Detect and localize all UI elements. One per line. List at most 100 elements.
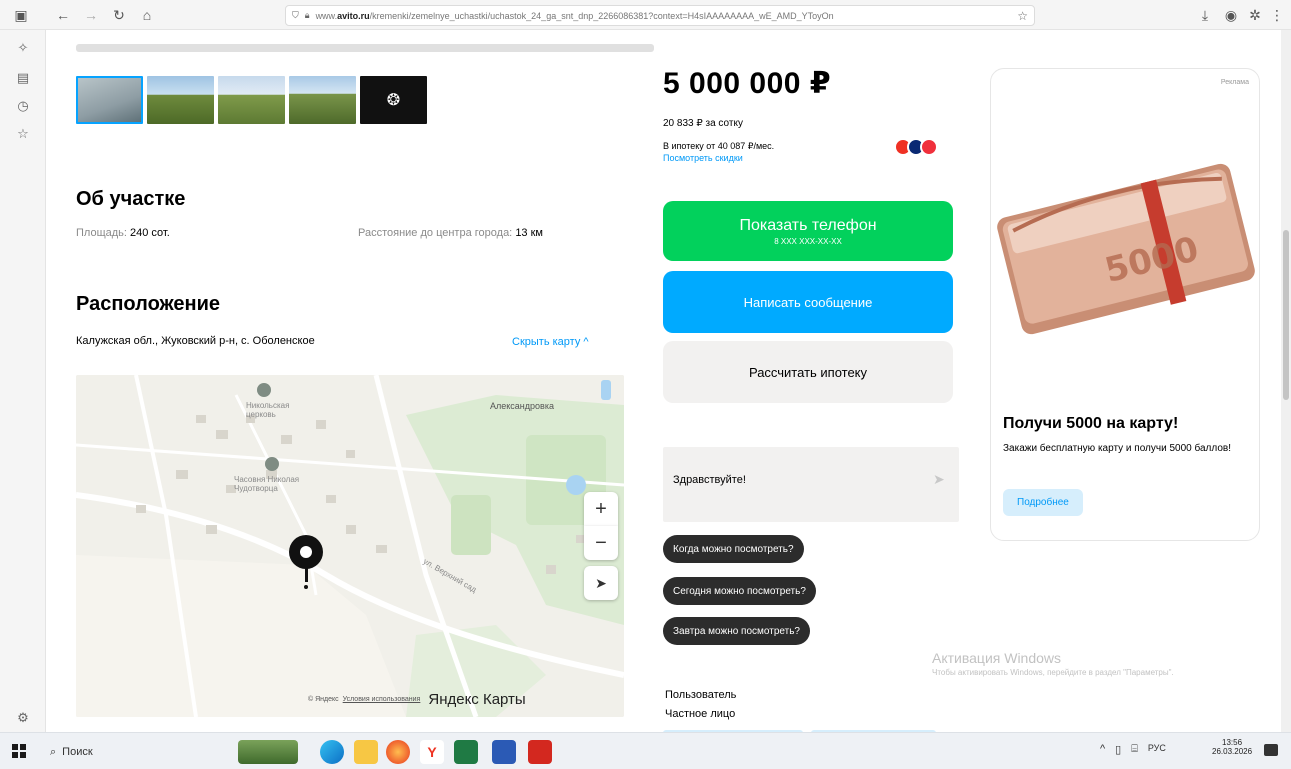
discounts-link[interactable]: Посмотреть скидки [663,153,743,163]
ad-details-button[interactable]: Подробнее [1003,489,1083,516]
language-indicator[interactable]: РУС [1148,743,1166,756]
calc-mortgage-button[interactable]: Рассчитать ипотеку [663,341,953,403]
quick-reply-chip[interactable]: Сегодня можно посмотреть? [663,577,816,605]
pin-stem [305,568,308,582]
camera-icon: ❂ [386,92,401,109]
sidebar-toggle-icon[interactable]: ▣ [10,4,32,26]
pin-dot [304,585,308,589]
browser-toolbar: ▣ ← → ↻ ⌂ ⛉ 🔒︎ www. avito.ru/kremenki/zem… [0,0,1291,30]
message-box[interactable]: Здравствуйте! ➤ [663,447,959,522]
about-title: Об участке [76,188,186,210]
price-per-unit: 20 833 ₽ за сотку [663,118,743,129]
reload-icon[interactable]: ↻ [108,4,130,26]
history-icon[interactable]: ◷ [14,98,32,116]
clock-time: 13:56 [1222,738,1243,747]
page-content: ❂ Об участке Площадь: 240 сот. Расстояни… [46,30,1291,732]
photo-thumbnails: ❂ [76,76,427,124]
location-pin-icon[interactable] [289,535,323,569]
widgets-icon[interactable] [238,740,298,764]
forward-icon[interactable]: → [80,4,102,26]
battery-icon[interactable]: ▯ [1115,743,1121,756]
hide-map-link[interactable]: Скрыть карту ^ [512,336,589,348]
firefox-icon[interactable] [386,740,410,764]
photo-thumbnail[interactable] [289,76,356,124]
map-label-chapel: Часовня Николая Чудотворца [234,475,300,493]
ad-tag: Реклама [1220,79,1249,86]
show-phone-label: Показать телефон [739,216,877,234]
url-domain: avito.ru [337,10,370,21]
watermark-title: Активация Windows [932,650,1062,666]
quick-reply-chip[interactable]: Когда можно посмотреть? [663,535,804,563]
lock-icon: 🔒︎ [304,10,310,20]
photo-thumbnail[interactable] [76,76,143,124]
extensions-icon[interactable]: ✲ [1244,4,1266,26]
network-icon[interactable]: ⌸ [1131,743,1138,756]
word-icon[interactable] [492,740,516,764]
map-terms-link[interactable]: Условия использования [343,696,421,703]
geolocate-button[interactable]: ➤ [584,566,618,600]
tray-icons: ^ ▯ ⌸ РУС [1100,743,1166,756]
account-icon[interactable]: ◉ [1220,4,1242,26]
map-copyright: © Яндекс [308,696,339,703]
tray-chevron-icon[interactable]: ^ [1100,743,1105,756]
chapel-icon[interactable] [265,457,279,471]
yandex-browser-icon[interactable]: Y [420,740,444,764]
show-phone-button[interactable]: Показать телефон 8 XXX XXX-XX-XX [663,201,953,261]
area-param: Площадь: 240 сот. [76,227,170,239]
message-input-text[interactable]: Здравствуйте! [673,474,746,486]
home-icon[interactable]: ⌂ [136,4,158,26]
windows-start-icon[interactable] [12,744,26,758]
zoom-out-button[interactable]: − [584,526,618,560]
more-photos-thumbnail[interactable]: ❂ [360,76,427,124]
browser-sidebar: ✧ ▤ ◷ ☆ ⚙ [0,30,46,732]
map[interactable]: Никольская церковь Часовня Николая Чудот… [76,375,624,717]
seller-role: Пользователь [665,689,737,701]
file-explorer-icon[interactable] [354,740,378,764]
seller-type: Частное лицо [665,708,736,720]
zoom-in-button[interactable]: + [584,492,618,526]
menu-icon[interactable]: ⋮ [1266,4,1288,26]
mortgage-text: В ипотеку от 40 087 ₽/мес. [663,141,775,151]
area-label: Площадь: [76,227,127,239]
download-icon[interactable]: ⤓ [1194,4,1216,26]
acrobat-icon[interactable] [528,740,552,764]
edge-icon[interactable] [320,740,344,764]
clock-date: 26.03.2026 [1212,747,1253,756]
scrollbar-thumb[interactable] [1283,230,1289,400]
ad-title: Получи 5000 на карту! [1003,415,1179,432]
bookmark-star-icon[interactable]: ☆ [1017,9,1028,23]
notifications-icon[interactable] [1264,744,1278,756]
distance-value: 13 км [515,227,543,239]
gallery-scroll[interactable] [76,44,654,52]
taskbar-search[interactable]: ⌕ Поиск [50,741,93,763]
ai-assistant-icon[interactable]: ✧ [14,40,32,58]
address-bar[interactable]: ⛉ 🔒︎ www. avito.ru/kremenki/zemelnye_ucha… [285,5,1035,26]
bank-logo-sovcom-icon [920,138,938,156]
area-value: 240 сот. [130,227,170,239]
taskbar: ⌕ Поиск Y ^ ▯ ⌸ РУС 13:56 26.03.2026 [0,732,1291,769]
favorites-icon[interactable]: ☆ [14,126,32,144]
map-canvas [76,375,624,717]
quick-reply-chip[interactable]: Завтра можно посмотреть? [663,617,810,645]
url-prefix: www. [315,10,338,21]
price: 5 000 000 ₽ [663,67,832,100]
photo-thumbnail[interactable] [147,76,214,124]
shield-icon: ⛉ [292,10,299,20]
url-rest: /kremenki/zemelnye_uchastki/uchastok_24_… [369,10,834,21]
page-scrollbar[interactable] [1281,30,1291,732]
settings-icon[interactable]: ⚙ [14,710,32,728]
collections-icon[interactable]: ▤ [14,70,32,88]
ad-banner[interactable]: Реклама 5000 Получи 5000 на карту! Закаж… [990,68,1260,541]
taskbar-search-text: Поиск [62,746,93,758]
back-icon[interactable]: ← [52,4,74,26]
excel-icon[interactable] [454,740,478,764]
church-icon[interactable] [257,383,271,397]
yandex-maps-logo[interactable]: Яндекс Карты [428,691,525,708]
send-icon[interactable]: ➤ [933,471,945,488]
write-message-button[interactable]: Написать сообщение [663,271,953,333]
clock[interactable]: 13:56 26.03.2026 [1212,738,1252,756]
write-message-label: Написать сообщение [743,294,873,310]
map-footer: © Яндекс Условия использования Яндекс Ка… [308,691,526,708]
photo-thumbnail[interactable] [218,76,285,124]
phone-mask: 8 XXX XXX-XX-XX [774,236,842,246]
